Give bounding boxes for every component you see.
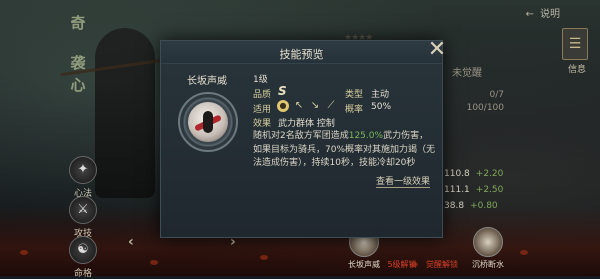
round-shield-icon: ●: [277, 100, 289, 112]
applicable-label: 适用: [253, 105, 272, 115]
skill-emblem-icon: ☯: [69, 236, 97, 264]
rate-label: 概率: [345, 105, 364, 115]
sword-icon: ↘: [310, 100, 320, 111]
stat-increment: +0.80: [470, 201, 498, 211]
left-skill-button[interactable]: ✦ 心法: [64, 156, 102, 199]
quality-label: 品质: [253, 90, 272, 100]
skill-emblem-icon: ✦: [69, 156, 97, 184]
skill-description: 随机对2名敌方军团造成125.0%武力伤害，如果目标为骑兵，70%概率对其施加力…: [253, 130, 437, 171]
desc-highlight: 125.0%: [348, 131, 384, 141]
bottom-skill-slot[interactable]: 沉桥断水: [458, 227, 518, 270]
general-figure: [95, 28, 155, 198]
awaken-status: 未觉醒: [452, 68, 482, 79]
stat-increment: +2.50: [475, 185, 504, 195]
ember-petal: [20, 250, 28, 255]
vertical-title-char: 袭: [70, 54, 86, 72]
left-skill-button[interactable]: ⚔ 攻技: [64, 196, 102, 239]
stat-value: 38.8: [444, 201, 465, 211]
ember-petal: [520, 250, 528, 255]
vertical-title-char: 奇: [70, 14, 86, 32]
progress-counter: 0/7: [489, 90, 504, 100]
bottom-skill-label: 沉桥断水: [472, 260, 504, 269]
stat-value: 110.8: [444, 169, 470, 179]
bow-icon: ↖: [294, 100, 304, 111]
spear-icon: ⟋: [327, 100, 335, 111]
scroll-icon[interactable]: ☰: [562, 28, 588, 60]
effect-value: 武力群体 控制: [278, 119, 335, 129]
vertical-title-char: 心: [70, 76, 86, 94]
progress-counter: 100/100: [466, 103, 504, 113]
desc-text: 随机对2名敌方军团造成: [253, 131, 349, 141]
type-value: 主动: [371, 90, 390, 100]
left-skill-label: 命格: [73, 269, 92, 279]
skill-slot-icon: [473, 227, 503, 257]
bottom-skill-label: 觉醒解锁: [426, 260, 458, 269]
dialog-title: 技能预览: [279, 48, 324, 61]
stat-value: 111.1: [444, 185, 470, 195]
view-level-effect-link[interactable]: 查看一级效果: [375, 174, 430, 188]
skill-emblem-icon: ⚔: [69, 196, 97, 224]
back-arrow-icon: ←: [525, 9, 534, 20]
skill-preview-dialog: 技能预览 ✕ 长坂声威 1级 品质 S 类型 主动 适用 ● ↖ ↘ ⟋ 概率 …: [160, 37, 446, 238]
ember-petal: [260, 255, 268, 260]
skill-portrait-icon: [188, 102, 228, 142]
close-icon[interactable]: ✕: [424, 37, 450, 63]
skill-portrait-frame: [178, 92, 238, 152]
ember-petal: [150, 260, 158, 265]
skill-level: 1级: [253, 75, 268, 85]
rate-value: 50%: [371, 102, 392, 112]
skill-name: 长坂声威: [187, 76, 227, 87]
help-label: 说明: [540, 9, 560, 20]
stat-increment: +2.20: [475, 169, 504, 179]
effect-label: 效果: [253, 119, 272, 129]
left-skill-button[interactable]: ☯ 命格: [64, 236, 102, 279]
scroll-label: 信息: [567, 65, 586, 75]
help-link[interactable]: ← 说明: [526, 5, 560, 20]
prev-arrow-icon[interactable]: ‹: [128, 234, 134, 250]
type-label: 类型: [345, 90, 364, 100]
quality-value: S: [278, 84, 287, 98]
